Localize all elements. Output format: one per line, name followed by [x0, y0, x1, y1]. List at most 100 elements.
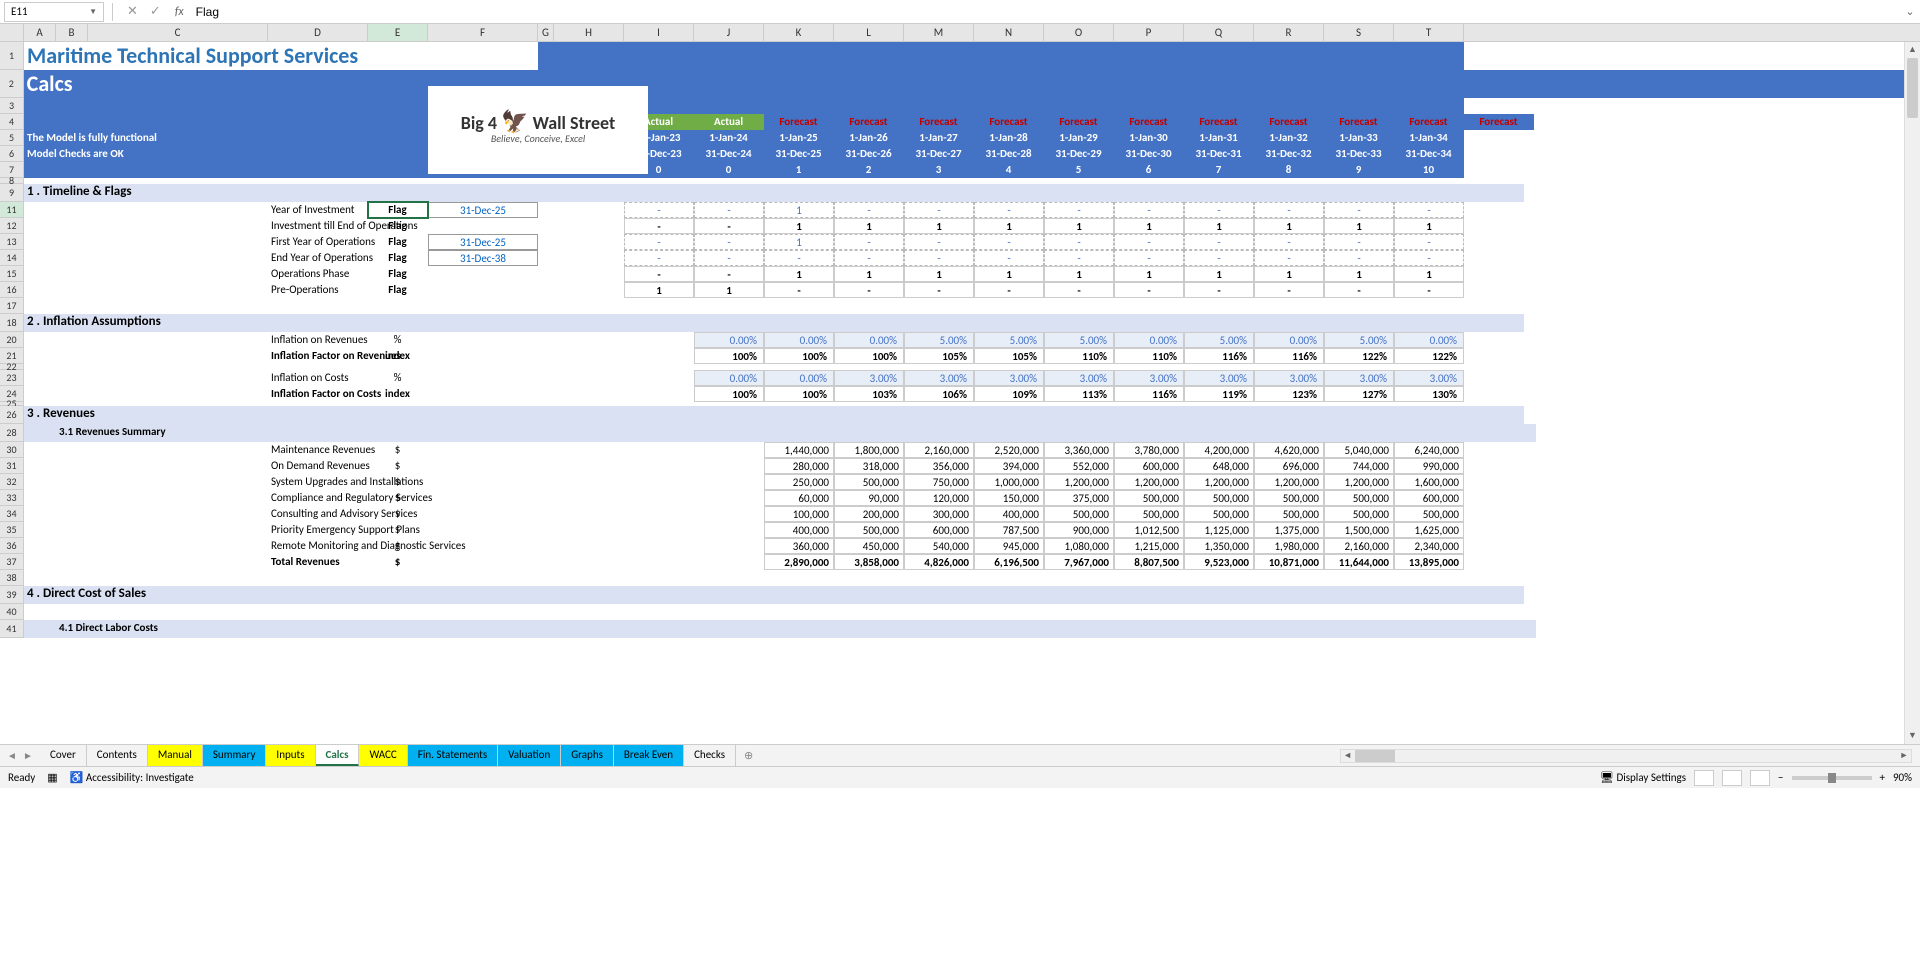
col-header-Q[interactable]: Q — [1184, 24, 1254, 41]
cell[interactable] — [740, 70, 839, 98]
sheet-tab-graphs[interactable]: Graphs — [561, 745, 614, 766]
cell[interactable] — [538, 218, 554, 234]
add-sheet-icon[interactable]: ⊕ — [736, 746, 761, 765]
cell[interactable]: 120,000 — [904, 490, 974, 506]
cell[interactable] — [56, 474, 88, 490]
cell[interactable] — [88, 332, 268, 348]
cell[interactable]: 744,000 — [1324, 458, 1394, 474]
cell[interactable] — [24, 332, 56, 348]
cell[interactable] — [24, 114, 56, 130]
cell[interactable] — [554, 42, 624, 70]
cell[interactable] — [428, 538, 538, 554]
cell[interactable] — [428, 298, 538, 314]
cell[interactable]: - — [904, 250, 974, 266]
cell[interactable]: Consulting and Advisory Services — [268, 506, 368, 522]
cell[interactable]: Big 4 🦅 Wall StreetBelieve, Conceive, Ex… — [428, 146, 538, 162]
cell[interactable]: 31-Dec-27 — [904, 146, 974, 162]
row-header[interactable]: 34 — [0, 506, 24, 522]
cell[interactable] — [24, 604, 56, 620]
cell[interactable] — [554, 474, 624, 490]
cell[interactable]: - — [1324, 234, 1394, 250]
cell[interactable]: 7 — [1184, 162, 1254, 178]
cell[interactable]: 0.00% — [1254, 332, 1324, 348]
cell[interactable]: - — [834, 282, 904, 298]
cell[interactable] — [974, 570, 1044, 586]
cell[interactable]: 116% — [1114, 386, 1184, 402]
cell[interactable] — [554, 250, 624, 266]
cell[interactable] — [1254, 604, 1324, 620]
cell[interactable] — [368, 146, 428, 162]
cell[interactable] — [904, 570, 974, 586]
cell[interactable]: 0.00% — [694, 370, 764, 386]
cell[interactable] — [428, 218, 538, 234]
cell[interactable]: Forecast — [1464, 114, 1534, 130]
cell[interactable]: 1,012,500 — [1114, 522, 1184, 538]
cell[interactable]: - — [1044, 282, 1114, 298]
cell[interactable]: - — [834, 250, 904, 266]
cell[interactable]: 1-Jan-32 — [1254, 130, 1324, 146]
col-header-K[interactable]: K — [764, 24, 834, 41]
sheet-tab-valuation[interactable]: Valuation — [498, 745, 561, 766]
cell[interactable]: - — [624, 250, 694, 266]
cell[interactable]: 150,000 — [974, 490, 1044, 506]
cell[interactable] — [554, 554, 624, 570]
cell[interactable] — [1254, 42, 1324, 70]
cell[interactable] — [88, 554, 268, 570]
cell[interactable]: - — [1254, 250, 1324, 266]
cell[interactable]: 1 — [694, 282, 764, 298]
cell[interactable] — [88, 234, 268, 250]
cell[interactable]: Forecast — [904, 114, 974, 130]
cell[interactable]: 3.00% — [1184, 370, 1254, 386]
cell[interactable]: 10,871,000 — [1254, 554, 1324, 570]
cell[interactable] — [1044, 98, 1114, 114]
cell[interactable]: - — [694, 202, 764, 218]
cell[interactable]: 0.00% — [1114, 332, 1184, 348]
col-header-H[interactable]: H — [554, 24, 624, 41]
cell[interactable]: - — [694, 250, 764, 266]
cell[interactable] — [56, 298, 88, 314]
cell[interactable]: $ — [368, 490, 428, 506]
cell[interactable] — [1022, 70, 1091, 98]
cell[interactable]: $ — [368, 458, 428, 474]
cancel-icon[interactable]: ✕ — [127, 4, 138, 19]
select-all-corner[interactable] — [0, 24, 24, 41]
cell[interactable] — [428, 490, 538, 506]
cell[interactable]: 3 — [904, 162, 974, 178]
cell[interactable]: Forecast — [1394, 114, 1464, 130]
cell[interactable]: - — [1184, 282, 1254, 298]
cell[interactable]: 1-Jan-33 — [1324, 130, 1394, 146]
cell[interactable] — [904, 604, 974, 620]
col-header-O[interactable]: O — [1044, 24, 1114, 41]
cell[interactable]: 116% — [1254, 348, 1324, 364]
cell[interactable]: 1 — [834, 218, 904, 234]
cell[interactable] — [554, 442, 624, 458]
cell[interactable]: 318,000 — [834, 458, 904, 474]
cell[interactable]: 31-Dec-29 — [1044, 146, 1114, 162]
cell[interactable]: 122% — [1324, 348, 1394, 364]
cell[interactable]: 1 — [1184, 266, 1254, 282]
cell[interactable] — [56, 202, 88, 218]
cell[interactable] — [24, 282, 56, 298]
cell[interactable] — [538, 348, 554, 364]
cell[interactable]: 1 — [1324, 218, 1394, 234]
cell[interactable] — [694, 442, 764, 458]
scroll-left-arrow[interactable]: ◄ — [1341, 750, 1355, 762]
cell[interactable]: 1,200,000 — [1044, 474, 1114, 490]
cell[interactable] — [694, 98, 764, 114]
cell[interactable] — [554, 266, 624, 282]
cell[interactable] — [904, 298, 974, 314]
row-header[interactable]: 26 — [0, 406, 24, 424]
cell[interactable]: - — [624, 234, 694, 250]
cell[interactable]: 4 — [974, 162, 1044, 178]
cell[interactable] — [88, 506, 268, 522]
cell[interactable]: 1 — [764, 218, 834, 234]
row-header[interactable]: 1 — [0, 42, 24, 70]
cell[interactable]: 500,000 — [1394, 506, 1464, 522]
cell[interactable] — [694, 474, 764, 490]
cell[interactable] — [24, 298, 56, 314]
cell[interactable]: 2 . Inflation Assumptions — [24, 314, 1524, 332]
sheet-tab-break-even[interactable]: Break Even — [614, 745, 684, 766]
hscroll-thumb[interactable] — [1355, 750, 1395, 762]
cell[interactable] — [88, 162, 268, 178]
cell[interactable]: System Upgrades and Installations — [268, 474, 368, 490]
